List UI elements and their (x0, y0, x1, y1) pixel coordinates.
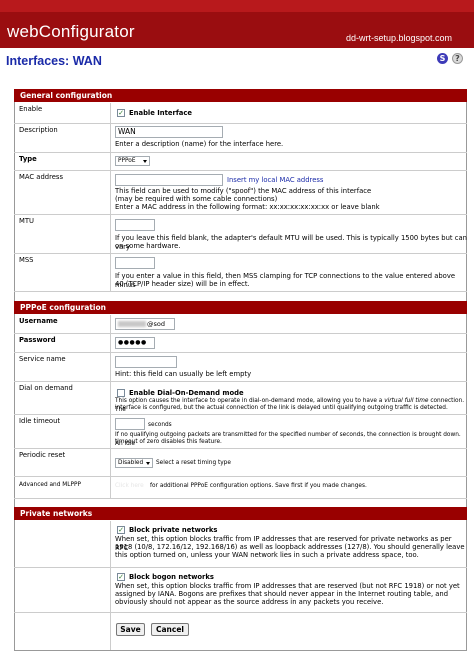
row-block-private: ✓ Block private networks When set, this … (14, 521, 467, 568)
mss-help-2: 40 (TCP/IP header size) will be in effec… (115, 280, 250, 288)
service-input[interactable] (115, 356, 177, 368)
block-bogon-checkbox[interactable]: ✓ (117, 573, 125, 581)
block-bogon-help-3: obviously should not appear as the sourc… (115, 598, 384, 606)
mac-label: MAC address (19, 173, 64, 181)
type-label: Type (19, 155, 37, 163)
service-label: Service name (19, 355, 66, 363)
row-mac: MAC address Insert my local MAC address … (14, 171, 467, 215)
mtu-label: MTU (19, 217, 34, 225)
app-title: webConfigurator (7, 22, 135, 41)
advanced-label: Advanced and MLPPP (19, 482, 81, 488)
block-bogon-label: Block bogon networks (129, 573, 214, 581)
row-advanced: Advanced and MLPPP Click here for additi… (14, 477, 467, 499)
mss-label: MSS (19, 256, 34, 264)
description-label: Description (19, 126, 58, 134)
row-idle-timeout: Idle timeout seconds If no qualifying ou… (14, 415, 467, 449)
idle-label: Idle timeout (19, 417, 61, 425)
redacted-blur (118, 321, 146, 327)
insert-mac-link[interactable]: Insert my local MAC address (227, 176, 323, 185)
page-title: Interfaces: WAN (6, 54, 102, 68)
advanced-link[interactable]: Click here (115, 482, 144, 491)
type-select-value: PPPoE (118, 158, 136, 164)
enable-checkbox[interactable]: ✓ (117, 109, 125, 117)
password-label: Password (19, 336, 56, 344)
row-username: Username @sod (14, 315, 467, 334)
enable-checkbox-label: Enable Interface (129, 109, 193, 117)
row-password: Password ●●●●● (14, 334, 467, 353)
save-button[interactable]: Save (116, 623, 145, 636)
idle-unit: seconds (148, 422, 172, 428)
chevron-down-icon (146, 462, 150, 465)
dod-help-2: interface is configured, but the actual … (115, 405, 448, 411)
section-pppoe-header: PPPoE configuration (14, 301, 467, 314)
username-value: @sod (147, 320, 165, 328)
cancel-button[interactable]: Cancel (151, 623, 189, 636)
row-periodic-reset: Periodic reset Disabled Select a reset t… (14, 449, 467, 477)
section-private-header: Private networks (14, 507, 467, 520)
top-bar: webConfigurator dd-wrt-setup.blogspot.co… (0, 0, 474, 48)
help-icon[interactable]: ? (452, 53, 463, 64)
row-block-bogon: ✓ Block bogon networks When set, this op… (14, 568, 467, 613)
panel-bottom-border (14, 650, 467, 651)
periodic-select-value: Disabled (118, 460, 144, 466)
row-mss: MSS If you enter a value in this field, … (14, 254, 467, 292)
row-type: Type PPPoE (14, 153, 467, 171)
description-help: Enter a description (name) for the inter… (115, 140, 284, 148)
chevron-down-icon (143, 160, 147, 163)
enable-label: Enable (19, 105, 43, 113)
mtu-help-2: on some hardware. (115, 242, 181, 250)
periodic-label: Periodic reset (19, 451, 66, 459)
mac-input[interactable] (115, 174, 223, 186)
row-mtu: MTU If you leave this field blank, the a… (14, 215, 467, 254)
mtu-input[interactable] (115, 219, 155, 231)
section-general-header: General configuration (14, 89, 467, 102)
dod-label: Dial on demand (19, 384, 73, 392)
idle-input[interactable] (115, 418, 145, 430)
block-private-label: Block private networks (129, 526, 218, 534)
description-input[interactable]: WAN (115, 126, 223, 138)
periodic-help: Select a reset timing type (156, 460, 231, 466)
dod-checkbox[interactable] (117, 389, 125, 397)
row-enable: Enable ✓ Enable Interface (14, 103, 467, 124)
username-input[interactable]: @sod (115, 318, 175, 330)
status-icon[interactable]: S (437, 53, 448, 64)
username-label: Username (19, 317, 58, 325)
mac-help-3: Enter a MAC address in the following for… (115, 203, 380, 211)
row-description: Description WAN Enter a description (nam… (14, 124, 467, 153)
periodic-select[interactable]: Disabled (115, 458, 153, 468)
advanced-help: for additional PPPoE configuration optio… (150, 483, 367, 489)
mss-input[interactable] (115, 257, 155, 269)
idle-help-2: timeout of zero disables this feature. (115, 439, 222, 445)
top-bar-stripe (0, 0, 474, 12)
password-input[interactable]: ●●●●● (115, 337, 155, 349)
row-service: Service name Hint: this field can usuall… (14, 353, 467, 382)
service-help: Hint: this field can usually be left emp… (115, 370, 252, 378)
row-dial-on-demand: Dial on demand Enable Dial-On-Demand mod… (14, 382, 467, 415)
block-private-checkbox[interactable]: ✓ (117, 526, 125, 534)
row-actions: Save Cancel (14, 613, 467, 650)
block-private-help-3: this option turned on, unless your WAN n… (115, 551, 419, 559)
type-select[interactable]: PPPoE (115, 156, 150, 166)
watermark: dd-wrt-setup.blogspot.com (345, 33, 452, 43)
